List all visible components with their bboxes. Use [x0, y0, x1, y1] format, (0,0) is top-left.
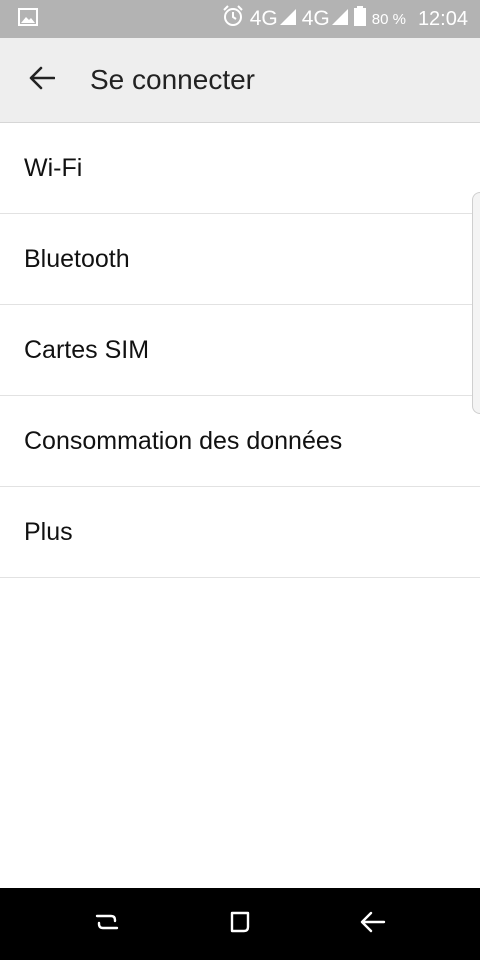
back-button[interactable] [10, 48, 74, 112]
home-icon [228, 910, 252, 939]
back-icon [360, 910, 386, 939]
settings-list: Wi-Fi Bluetooth Cartes SIM Consommation … [0, 123, 480, 578]
battery-percentage: 80 % [371, 10, 406, 28]
home-button[interactable] [210, 894, 270, 954]
list-item-label: Plus [24, 517, 73, 546]
network-type-2: 4G [301, 7, 330, 30]
edge-panel-handle[interactable] [472, 192, 480, 414]
list-item-sim-cards[interactable]: Cartes SIM [0, 305, 480, 396]
list-item-label: Bluetooth [24, 244, 130, 273]
page-title: Se connecter [90, 64, 255, 95]
battery-icon [353, 6, 366, 32]
arrow-back-icon [29, 66, 56, 95]
recent-apps-icon [94, 910, 120, 939]
recent-apps-button[interactable] [77, 894, 137, 954]
network-type-1: 4G [249, 7, 278, 30]
status-bar: 4G 4G 80 % 12:04 [0, 0, 480, 38]
list-item-label: Cartes SIM [24, 335, 150, 364]
navigation-bar [0, 888, 480, 960]
app-bar: Se connecter [0, 38, 480, 123]
list-item-data-usage[interactable]: Consommation des données [0, 396, 480, 487]
list-item-bluetooth[interactable]: Bluetooth [0, 214, 480, 305]
clock: 12:04 [417, 7, 468, 30]
screen: 4G 4G 80 % 12:04 Se connecter Wi-Fi Blue… [0, 0, 480, 960]
signal-icon [331, 8, 348, 31]
list-item-more[interactable]: Plus [0, 487, 480, 578]
list-item-wifi[interactable]: Wi-Fi [0, 123, 480, 214]
nav-back-button[interactable] [343, 894, 403, 954]
list-item-label: Consommation des données [24, 426, 343, 455]
signal-icon [279, 8, 296, 31]
image-icon [18, 7, 38, 31]
list-item-label: Wi-Fi [24, 153, 83, 182]
alarm-icon [222, 5, 244, 33]
